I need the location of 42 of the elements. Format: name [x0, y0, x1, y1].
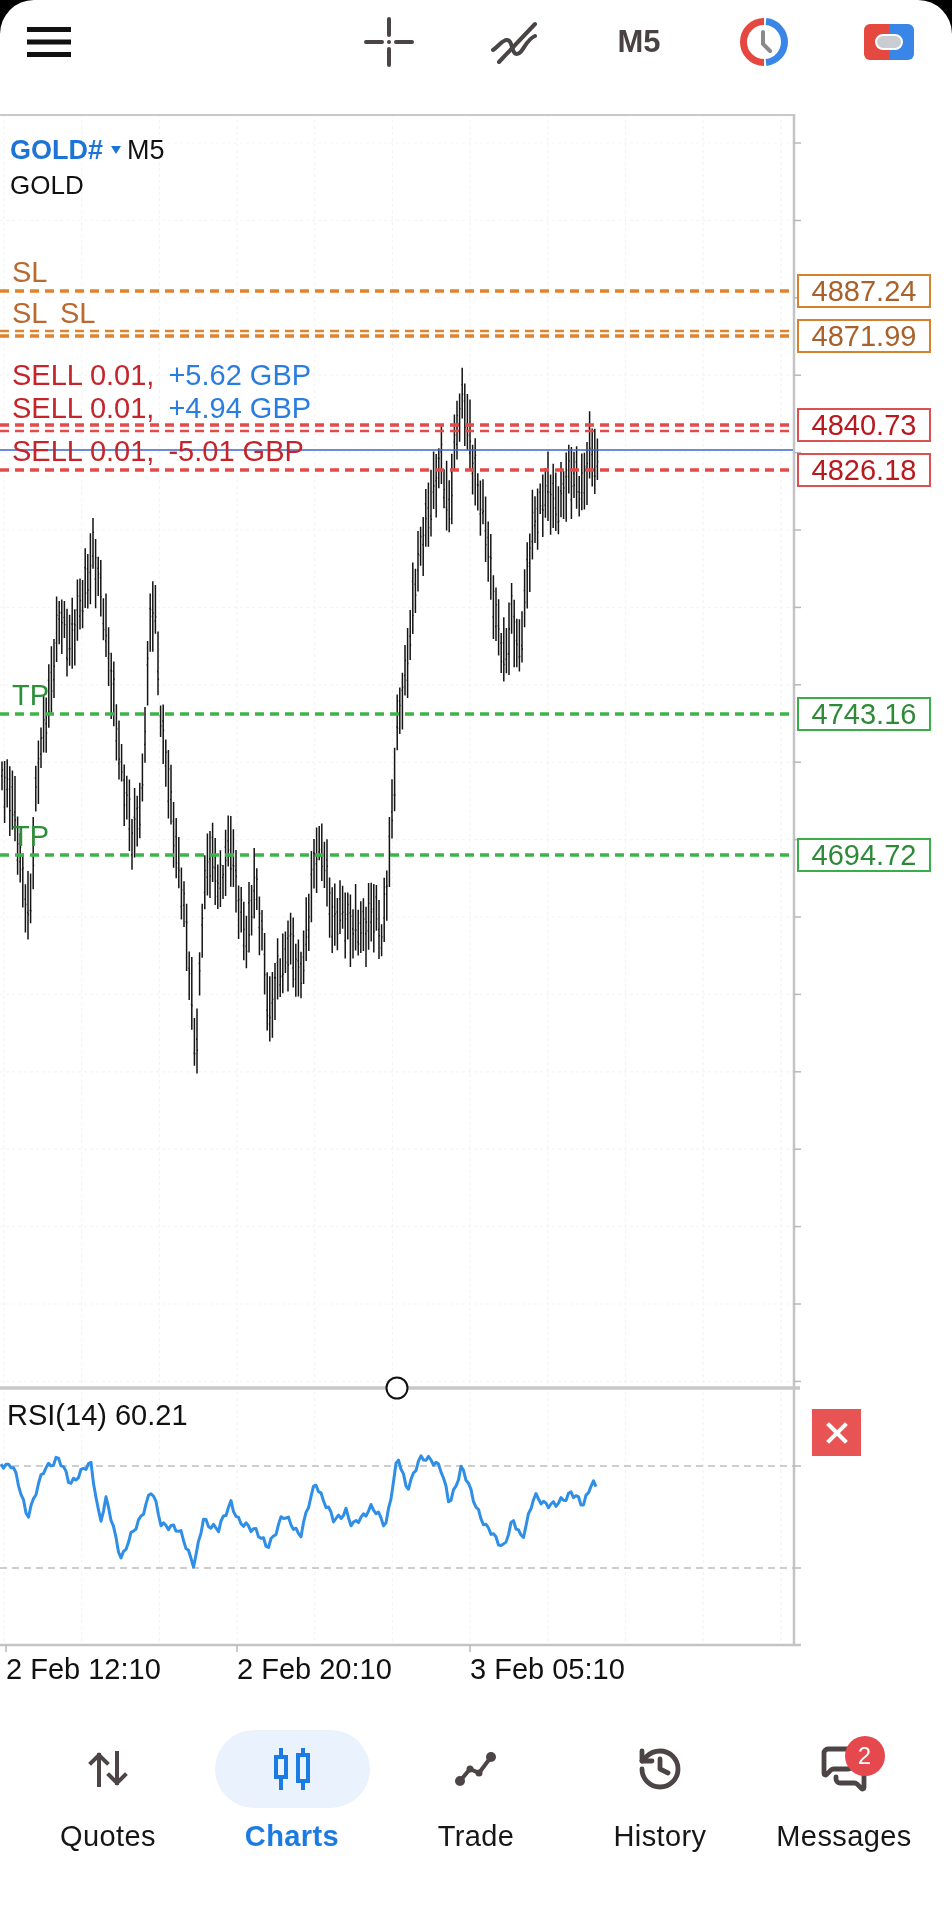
close-indicator-button[interactable] [812, 1409, 861, 1456]
timeframe-button[interactable]: M5 [613, 16, 665, 68]
price-tag: 4743.16 [797, 697, 931, 731]
time-label: 2 Feb 20:10 [237, 1652, 392, 1687]
stop-loss-label: SL [12, 257, 48, 287]
price-tag: 4887.24 [797, 274, 931, 308]
crosshair-button[interactable] [363, 16, 415, 68]
timeframe-label: M5 [127, 134, 165, 167]
clock-icon [739, 17, 789, 67]
nav-tab[interactable]: 2 Messages [752, 1730, 936, 1854]
swap-arrows-icon [88, 1750, 128, 1788]
nav-tab[interactable]: Quotes [16, 1730, 200, 1854]
notification-badge: 2 [844, 1736, 885, 1776]
symbol-selector[interactable]: GOLD# [10, 133, 121, 167]
resize-handle[interactable] [385, 1376, 409, 1400]
stop-loss-label: SL [12, 298, 48, 328]
time-label: 2 Feb 12:10 [6, 1652, 161, 1687]
price-tag: 4840.73 [797, 408, 931, 442]
price-tag: 4871.99 [797, 319, 931, 353]
candlestick-icon [272, 1746, 312, 1792]
close-icon [825, 1421, 848, 1444]
toggle-icon [864, 24, 914, 60]
menu-button[interactable] [27, 27, 71, 57]
stop-loss-label: SL [60, 298, 96, 328]
menu-icon [27, 27, 71, 57]
wave-icon [489, 20, 539, 64]
caret-icon [111, 146, 121, 154]
line-chart-icon [454, 1751, 498, 1787]
profit-label: +5.62 GBP [168, 360, 312, 390]
profit-label: +4.94 GBP [168, 393, 312, 423]
take-profit-label: TP [12, 680, 50, 710]
symbol-description: GOLD [10, 169, 85, 202]
order-label: SELL 0.01, [12, 360, 155, 390]
clock-button[interactable] [738, 16, 790, 68]
order-label: SELL 0.01, [12, 393, 155, 423]
time-label: 3 Feb 05:10 [470, 1652, 625, 1687]
price-tag: 4826.18 [797, 453, 931, 487]
crosshair-icon [364, 17, 414, 67]
nav-tab[interactable]: History [568, 1730, 752, 1854]
indicator-label: RSI(14) 60.21 [7, 1398, 188, 1432]
price-tag: 4694.72 [797, 838, 931, 872]
nav-tab[interactable]: Trade [384, 1730, 568, 1854]
